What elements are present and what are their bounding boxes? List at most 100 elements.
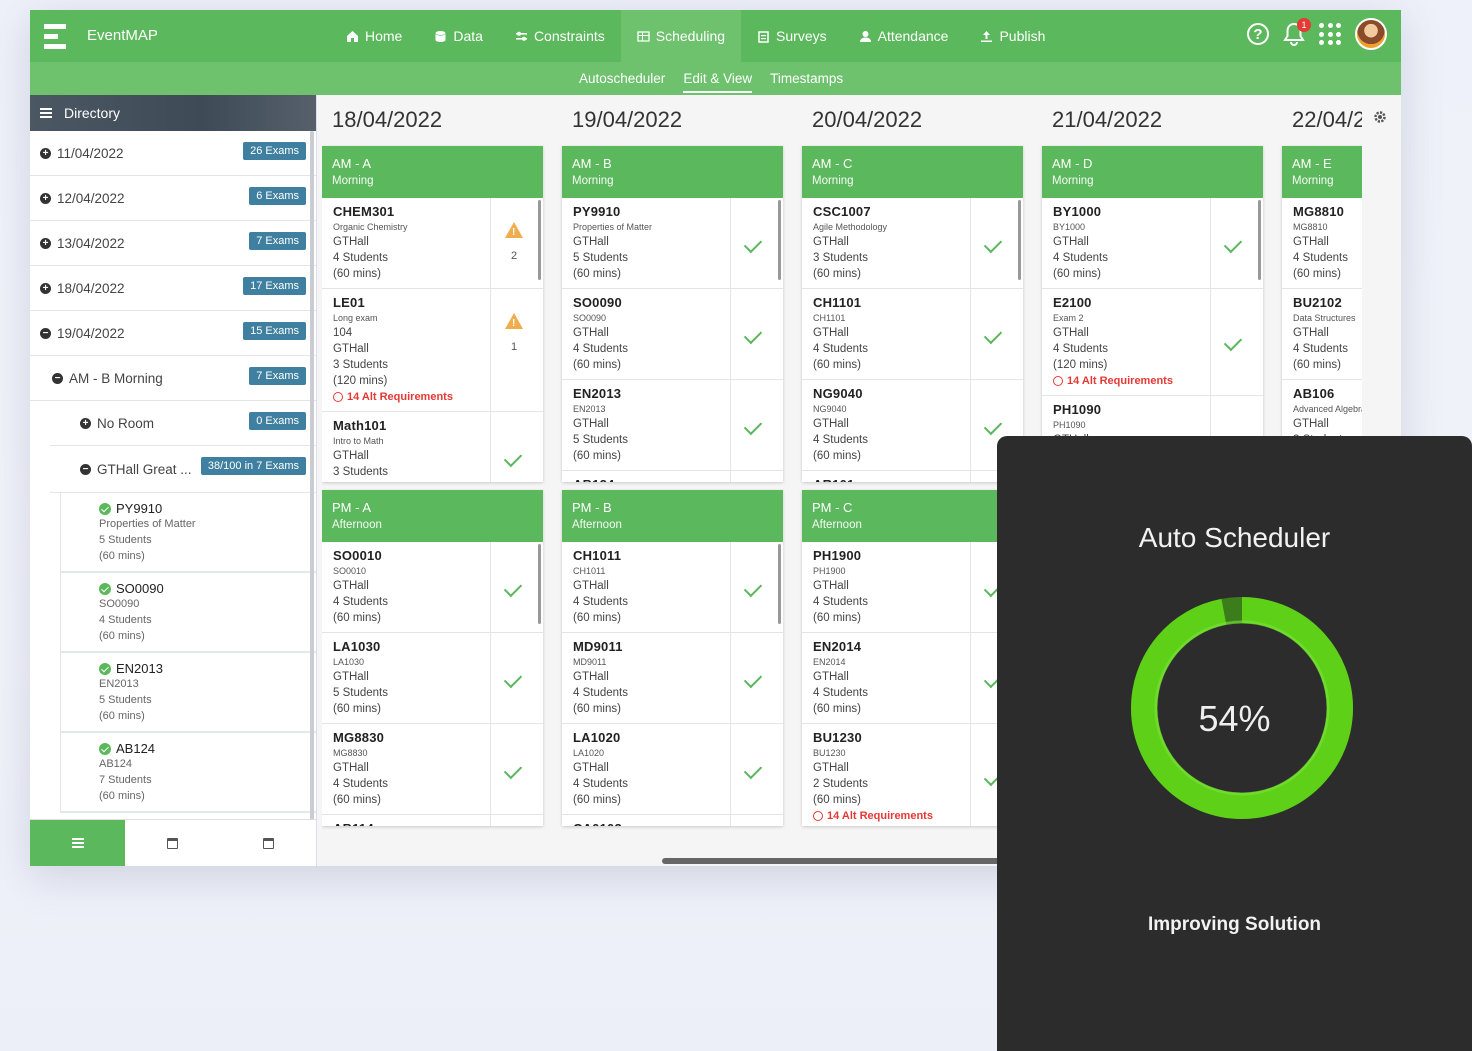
session-row[interactable]: − AM - B Morning 7 Exams	[30, 356, 316, 401]
exam-card[interactable]: SO0010 SO0010 GTHall 4 Students (60 mins)	[322, 542, 543, 633]
collapse-icon: −	[40, 327, 51, 339]
slot-scrollbar[interactable]	[538, 544, 541, 624]
slot-header[interactable]: PM - B Afternoon	[562, 490, 783, 542]
nav-surveys[interactable]: Surveys	[741, 10, 843, 62]
exam-card[interactable]: BU2102 Data Structures GTHall 4 Students (60…	[1282, 289, 1362, 380]
sidebar-scrollbar[interactable]	[310, 131, 314, 821]
exam-card[interactable]: EN2014 EN2014 GTHall 4 Students (60 mins)	[802, 633, 1023, 724]
apps-grid-icon[interactable]	[1319, 23, 1341, 45]
expand-icon: +	[80, 417, 91, 429]
slot-code: PM - A	[332, 500, 372, 515]
exam-duration: (60 mins)	[333, 703, 381, 715]
date-row[interactable]: +18/04/2022 17 Exams	[30, 266, 316, 311]
nav-scheduling[interactable]: Scheduling	[620, 10, 742, 62]
slot-header[interactable]: PM - C Afternoon	[802, 490, 1023, 542]
nav-home[interactable]: Home	[330, 10, 418, 62]
exam-card[interactable]: LE01 Long exam 104 GTHall 3 Students (120 min…	[322, 289, 543, 412]
sub-nav: Autoscheduler Edit & View Timestamps	[570, 62, 852, 95]
main-nav: Home Data Constraints Scheduling Surveys Atte…	[330, 10, 1061, 62]
exam-card[interactable]: SO0090 SO0090 GTHall 4 Students (60 mins)	[562, 289, 783, 380]
date-row[interactable]: −19/04/2022 15 Exams	[30, 311, 316, 356]
exam-room: GTHall	[1293, 327, 1329, 339]
subnav-timestamps[interactable]: Timestamps	[761, 62, 852, 95]
sidebar-exam-item[interactable]: SO0090 SO0090 4 Students (60 mins)	[60, 573, 316, 653]
exam-count-badge: 17 Exams	[243, 277, 306, 295]
slot-header[interactable]: AM - C Morning	[802, 146, 1023, 198]
list-view-button[interactable]	[30, 820, 126, 866]
slot-scrollbar[interactable]	[538, 200, 541, 280]
exam-code: LA1020	[573, 730, 621, 745]
exam-card[interactable]: MG8810 MG8810 GTHall 4 Students (60 mins)	[1282, 198, 1362, 289]
exam-code: SO0090	[573, 295, 622, 310]
slot-scrollbar[interactable]	[778, 544, 781, 624]
nav-attendance[interactable]: Attendance	[843, 10, 965, 62]
exam-card[interactable]: BU1230 BU1230 GTHall 2 Students (60 mins) 14 …	[802, 724, 1023, 826]
directory-title: Directory	[64, 105, 121, 121]
exam-card[interactable]: CSC1007 Agile Methodology GTHall 3 Students…	[802, 198, 1023, 289]
exam-card[interactable]: LA1020 LA1020 GTHall 4 Students (60 mins)	[562, 724, 783, 815]
calendar-view-button[interactable]	[125, 820, 220, 866]
nav-publish[interactable]: Publish	[964, 10, 1061, 62]
exam-card[interactable]: E2100 Exam 2 GTHall 4 Students (120 mins) 14 …	[1042, 289, 1263, 396]
settings-gear-icon[interactable]	[1373, 110, 1387, 124]
nav-data[interactable]: Data	[418, 10, 499, 62]
directory-header[interactable]: Directory	[30, 95, 316, 131]
exam-card[interactable]: CH1011 CH1011 GTHall 4 Students (60 mins)	[562, 542, 783, 633]
exam-card[interactable]: PY9910 Properties of Matter GTHall 5 Studen…	[562, 198, 783, 289]
slot-header[interactable]: AM - A Morning	[322, 146, 543, 198]
slot-scrollbar[interactable]	[778, 200, 781, 280]
exam-card[interactable]: MD9011 MD9011 GTHall 4 Students (60 mins)	[562, 633, 783, 724]
expand-icon: +	[40, 282, 51, 294]
sidebar-exam-item[interactable]: AB124 AB124 7 Students (60 mins)	[60, 733, 316, 813]
exam-card[interactable]: PH1900 PH1900 GTHall 4 Students (60 mins)	[802, 542, 1023, 633]
subnav-autoscheduler[interactable]: Autoscheduler	[570, 62, 674, 95]
date-row[interactable]: +13/04/2022 7 Exams	[30, 221, 316, 266]
warning-triangle-icon[interactable]	[505, 222, 523, 241]
calendar-check-button[interactable]	[221, 820, 316, 866]
warning-triangle-icon[interactable]	[505, 313, 523, 332]
room-row[interactable]: − GTHall Great ... 38/100 in 7 Exams	[50, 446, 316, 493]
sidebar-exam-item[interactable]: EN2013 EN2013 5 Students (60 mins)	[60, 653, 316, 733]
exam-code: NG9040	[813, 386, 863, 401]
nav-constraints[interactable]: Constraints	[499, 10, 621, 62]
exam-code: E2100	[1053, 295, 1092, 310]
exam-card[interactable]: AR101AR101GTHall4 Students(60 mins)	[802, 471, 1023, 482]
exam-card[interactable]: CH1101 CH1101 GTHall 4 Students (60 mins)	[802, 289, 1023, 380]
exam-title: MG8810	[1293, 222, 1328, 232]
exam-name: EN2013	[99, 678, 139, 690]
exam-card[interactable]: AB114AB114GTHall4 Students(60 mins)	[322, 815, 543, 826]
exam-duration: (60 mins)	[333, 794, 381, 806]
exam-code: PY9910	[116, 501, 163, 516]
slot-header[interactable]: AM - B Morning	[562, 146, 783, 198]
date-row[interactable]: +12/04/2022 6 Exams	[30, 176, 316, 221]
slot-header[interactable]: AM - D Morning	[1042, 146, 1263, 198]
session-slot: AM - A Morning CHEM301 Organic Chemistry GTH…	[322, 146, 543, 482]
exam-card[interactable]: CA0102CA0102GTHall4 Students(60 mins)	[562, 815, 783, 826]
exam-card[interactable]: Math101Intro to MathGTHall3 Students(60 …	[322, 412, 543, 482]
exam-title: MD9011	[573, 657, 607, 667]
exam-duration: (60 mins)	[573, 794, 621, 806]
exam-code: SO0090	[116, 581, 164, 596]
exam-card[interactable]: AB124AB124GTHall7 Students(60 mins)	[562, 471, 783, 482]
nav-label: Constraints	[533, 28, 605, 44]
exam-card[interactable]: CHEM301 Organic Chemistry GTHall 4 Students…	[322, 198, 543, 289]
slot-scrollbar[interactable]	[1018, 200, 1021, 280]
slot-header[interactable]: AM - E Morning	[1282, 146, 1362, 198]
slot-scrollbar[interactable]	[1258, 200, 1261, 280]
user-avatar[interactable]	[1355, 18, 1387, 50]
exam-card[interactable]: LA1030 LA1030 GTHall 5 Students (60 mins)	[322, 633, 543, 724]
sidebar-exam-item[interactable]: PY9910 Properties of Matter 5 Students (60 …	[60, 493, 316, 573]
slot-header[interactable]: PM - A Afternoon	[322, 490, 543, 542]
exam-duration: (60 mins)	[573, 268, 621, 280]
exam-card[interactable]: MG8830 MG8830 GTHall 4 Students (60 mins)	[322, 724, 543, 815]
exam-code: MG8830	[333, 730, 385, 745]
subnav-edit-view[interactable]: Edit & View	[674, 62, 761, 95]
eventmap-logo-icon[interactable]	[44, 24, 66, 50]
notifications-bell-icon[interactable]: 1	[1283, 18, 1311, 46]
help-icon[interactable]: ?	[1247, 23, 1269, 45]
no-room-row[interactable]: + No Room 0 Exams	[50, 401, 316, 446]
exam-card[interactable]: BY1000 BY1000 GTHall 4 Students (60 mins)	[1042, 198, 1263, 289]
exam-card[interactable]: EN2013 EN2013 GTHall 5 Students (60 mins)	[562, 380, 783, 471]
date-row[interactable]: +11/04/2022 26 Exams	[30, 131, 316, 176]
exam-card[interactable]: NG9040 NG9040 GTHall 4 Students (60 mins)	[802, 380, 1023, 471]
